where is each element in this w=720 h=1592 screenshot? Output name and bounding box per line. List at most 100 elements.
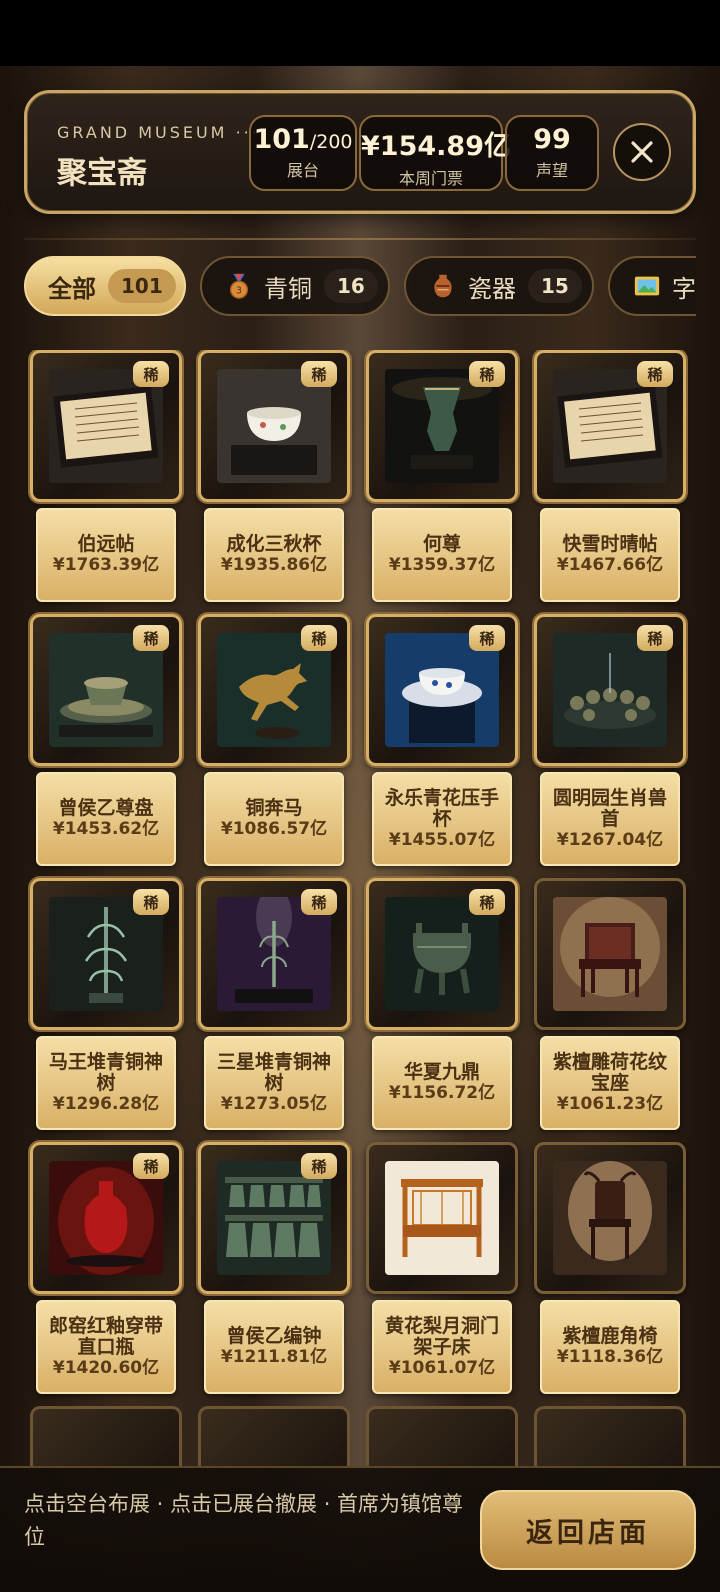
back-to-shop-button[interactable]: 返回店面 xyxy=(480,1490,696,1570)
rare-badge: 稀 xyxy=(469,889,505,915)
rare-badge: 稀 xyxy=(469,625,505,651)
exhibit-plaque: 三星堆青铜神树 ¥1273.05亿 xyxy=(204,1036,344,1130)
exhibit-frame: 稀 xyxy=(198,614,350,766)
exhibit-card[interactable]: 稀三星堆青铜神树 ¥1273.05亿 xyxy=(198,878,350,1130)
exhibit-name: 何尊 xyxy=(422,533,461,555)
stat-weekly-tickets: ¥154.89亿 本周门票 xyxy=(359,115,511,191)
exhibit-frame: 稀 xyxy=(534,614,686,766)
exhibit-card[interactable]: 稀何尊 ¥1359.37亿 xyxy=(366,350,518,602)
tab-porcelain[interactable]: 瓷器 15 xyxy=(404,256,594,316)
rare-badge: 稀 xyxy=(133,889,169,915)
rare-badge: 稀 xyxy=(469,361,505,387)
exhibit-name: 紫檀鹿角椅 xyxy=(562,1325,658,1347)
exhibit-frame xyxy=(534,1142,686,1294)
exhibit-card[interactable]: 稀郎窑红釉穿带直口瓶 ¥1420.60亿 xyxy=(30,1142,182,1394)
stat-tickets-value: ¥154.89亿 xyxy=(361,131,511,162)
stat-booths-value: 101 xyxy=(253,124,310,155)
category-tabs: 全部 101 3 青铜 16 瓷器 15 字 xyxy=(24,256,696,316)
exhibit-card[interactable]: 稀永乐青花压手杯 ¥1455.07亿 xyxy=(366,614,518,866)
rare-badge: 稀 xyxy=(133,361,169,387)
exhibit-frame: 稀 xyxy=(534,350,686,502)
exhibit-card[interactable]: 稀曾侯乙编钟 ¥1211.81亿 xyxy=(198,1142,350,1394)
exhibit-image xyxy=(385,1161,499,1275)
exhibit-card-partial[interactable] xyxy=(30,1406,182,1468)
exhibit-card[interactable]: 稀马王堆青铜神树 ¥1296.28亿 xyxy=(30,878,182,1130)
tab-calligraphy-label: 字 xyxy=(672,274,696,303)
exhibit-price: ¥1273.05亿 xyxy=(220,1093,328,1114)
exhibit-plaque: 成化三秋杯 ¥1935.86亿 xyxy=(204,508,344,602)
bronze-medal-icon: 3 xyxy=(224,271,254,301)
exhibit-plaque: 伯远帖 ¥1763.39亿 xyxy=(36,508,176,602)
exhibit-price: ¥1935.86亿 xyxy=(220,555,328,575)
tab-porcelain-label: 瓷器 xyxy=(468,274,516,303)
exhibit-plaque: 华夏九鼎 ¥1156.72亿 xyxy=(372,1036,512,1130)
exhibit-name: 曾侯乙编钟 xyxy=(226,1325,322,1347)
exhibit-name: 华夏九鼎 xyxy=(403,1061,480,1083)
brand-subtitle: GRAND MUSEUM ··· xyxy=(57,123,260,142)
tab-bronze[interactable]: 3 青铜 16 xyxy=(200,256,390,316)
exhibit-frame: 稀 xyxy=(366,614,518,766)
exhibit-price: ¥1211.81亿 xyxy=(220,1347,328,1367)
exhibit-plaque: 紫檀鹿角椅 ¥1118.36亿 xyxy=(540,1300,680,1394)
exhibit-frame: 稀 xyxy=(198,350,350,502)
exhibit-card-partial[interactable] xyxy=(366,1406,518,1468)
rare-badge: 稀 xyxy=(301,889,337,915)
exhibit-card[interactable]: 稀铜奔马 ¥1086.57亿 xyxy=(198,614,350,866)
exhibit-card-partial[interactable] xyxy=(534,1406,686,1468)
footer-hint: 点击空台布展 · 点击已展台撤展 · 首席为镇馆尊位 xyxy=(24,1492,464,1549)
exhibit-plaque: 何尊 ¥1359.37亿 xyxy=(372,508,512,602)
exhibit-price: ¥1296.28亿 xyxy=(52,1093,160,1114)
stat-booths-suffix: /200 xyxy=(309,131,353,153)
exhibit-card[interactable]: 稀伯远帖 ¥1763.39亿 xyxy=(30,350,182,602)
exhibit-price: ¥1267.04亿 xyxy=(556,829,664,850)
exhibit-name: 马王堆青铜神树 xyxy=(48,1050,163,1094)
exhibit-card[interactable]: 紫檀雕荷花纹宝座 ¥1061.23亿 xyxy=(534,878,686,1130)
exhibit-card[interactable]: 黄花梨月洞门架子床 ¥1061.07亿 xyxy=(366,1142,518,1394)
stat-booths-label: 展台 xyxy=(286,161,319,180)
exhibit-frame xyxy=(534,878,686,1030)
exhibit-name: 圆明园生肖兽首 xyxy=(552,786,667,830)
painting-icon xyxy=(632,271,662,301)
exhibit-frame: 稀 xyxy=(30,614,182,766)
exhibit-frame: 稀 xyxy=(366,878,518,1030)
exhibit-card[interactable]: 稀成化三秋杯 ¥1935.86亿 xyxy=(198,350,350,602)
exhibit-card[interactable]: 稀华夏九鼎 ¥1156.72亿 xyxy=(366,878,518,1130)
exhibit-name: 铜奔马 xyxy=(245,797,303,819)
exhibit-plaque: 郎窑红釉穿带直口瓶 ¥1420.60亿 xyxy=(36,1300,176,1394)
exhibit-plaque: 紫檀雕荷花纹宝座 ¥1061.23亿 xyxy=(540,1036,680,1130)
exhibit-name: 伯远帖 xyxy=(77,533,135,555)
exhibit-plaque: 永乐青花压手杯 ¥1455.07亿 xyxy=(372,772,512,866)
tab-porcelain-count: 15 xyxy=(528,269,582,303)
exhibit-name: 成化三秋杯 xyxy=(226,533,322,555)
tab-calligraphy[interactable]: 字 xyxy=(608,256,696,316)
exhibit-card[interactable]: 稀曾侯乙尊盘 ¥1453.62亿 xyxy=(30,614,182,866)
exhibit-price: ¥1420.60亿 xyxy=(52,1357,160,1378)
exhibit-frame: 稀 xyxy=(30,350,182,502)
exhibit-card-partial[interactable] xyxy=(198,1406,350,1468)
exhibit-price: ¥1359.37亿 xyxy=(388,555,496,575)
tab-all-label: 全部 xyxy=(48,274,96,303)
exhibit-name: 曾侯乙尊盘 xyxy=(58,797,154,819)
rare-badge: 稀 xyxy=(637,361,673,387)
exhibit-name: 紫檀雕荷花纹宝座 xyxy=(552,1050,667,1094)
rare-badge: 稀 xyxy=(133,625,169,651)
exhibit-card[interactable]: 稀圆明园生肖兽首 ¥1267.04亿 xyxy=(534,614,686,866)
stat-booths: 101/200 展台 xyxy=(249,115,357,191)
tab-all[interactable]: 全部 101 xyxy=(24,256,186,316)
close-icon xyxy=(631,141,653,163)
shop-title: 聚宝斋 xyxy=(57,156,147,191)
exhibit-price: ¥1453.62亿 xyxy=(52,819,160,839)
exhibit-price: ¥1467.66亿 xyxy=(556,555,664,575)
rare-badge: 稀 xyxy=(301,361,337,387)
exhibit-card[interactable]: 稀快雪时晴帖 ¥1467.66亿 xyxy=(534,350,686,602)
close-button[interactable] xyxy=(613,123,671,181)
exhibit-name: 三星堆青铜神树 xyxy=(216,1050,331,1094)
exhibit-card[interactable]: 紫檀鹿角椅 ¥1118.36亿 xyxy=(534,1142,686,1394)
exhibit-name: 永乐青花压手杯 xyxy=(384,786,499,830)
rare-badge: 稀 xyxy=(133,1153,169,1179)
exhibit-price: ¥1763.39亿 xyxy=(52,555,160,575)
svg-text:3: 3 xyxy=(236,285,242,296)
stat-reputation: 99 声望 xyxy=(505,115,599,191)
rare-badge: 稀 xyxy=(301,1153,337,1179)
exhibit-plaque: 曾侯乙编钟 ¥1211.81亿 xyxy=(204,1300,344,1394)
